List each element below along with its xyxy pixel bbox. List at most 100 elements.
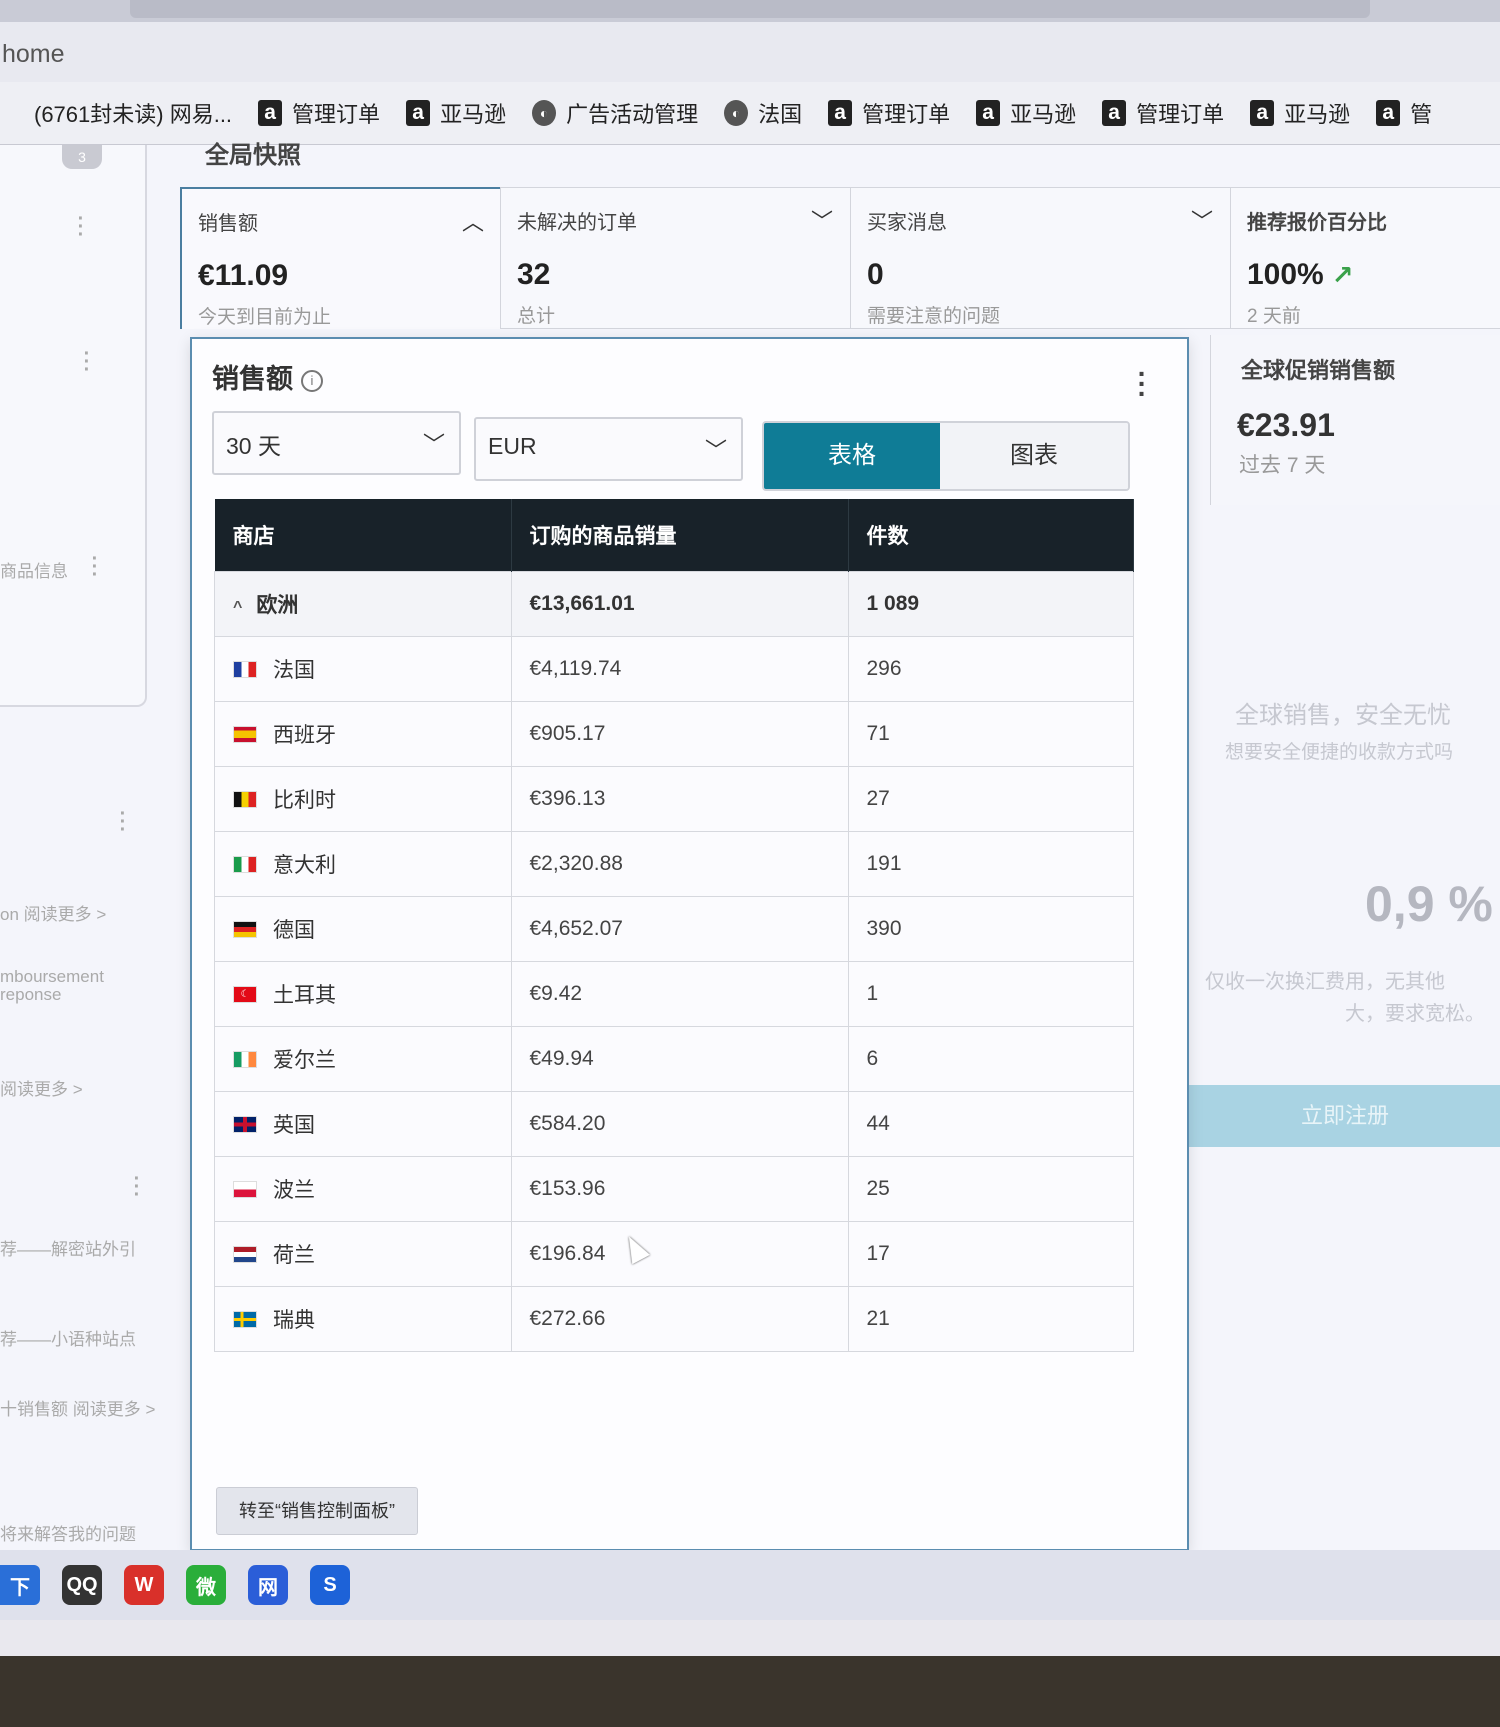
units-cell: 1 089 <box>847 571 1134 637</box>
column-header-units[interactable]: 件数 <box>848 499 1134 572</box>
kpi-value: 32 <box>517 258 551 291</box>
table-row: 瑞典 €272.66 21 <box>214 1286 1134 1352</box>
currency-value: EUR <box>488 433 537 459</box>
kpi-featured-offer[interactable]: 推荐报价百分比 100% ↗ 2 天前 <box>1230 187 1500 329</box>
card-sub: 过去 7 天 <box>1239 454 1326 477</box>
more-icon[interactable]: · · · <box>118 804 128 840</box>
sales-cell: €196.84 <box>510 1221 849 1287</box>
chart-view-button[interactable]: 图表 <box>940 423 1128 489</box>
global-promo-sales-card[interactable]: 全球促销销售额 €23.91 过去 7 天 <box>1210 335 1500 505</box>
bookmark-amazon[interactable]: a 亚马逊 <box>406 97 506 129</box>
store-name: 西班牙 <box>273 724 336 747</box>
store-cell: 波兰 <box>214 1156 512 1222</box>
bookmark-amazon-3[interactable]: a 亚马逊 <box>1250 97 1350 129</box>
promo-text: 想要安全便捷的收款方式吗 <box>1225 742 1454 763</box>
panel-title: 销售额 i <box>212 357 323 396</box>
more-icon[interactable]: · · · <box>90 549 100 585</box>
left-link[interactable]: 将来解答我的问题 <box>0 1520 136 1545</box>
table-row: 波兰 €153.96 25 <box>214 1156 1134 1222</box>
bookmark-manage-orders-3[interactable]: a 管理订单 <box>1102 97 1224 129</box>
sales-cell: €396.13 <box>510 766 849 832</box>
dashboard-page: 3 · · · · · · 商品信息 · · · · · · on 阅读更多 > mbourse… <box>0 142 1500 1585</box>
more-icon[interactable]: · · · <box>76 209 86 245</box>
bookmark-manage-orders-2[interactable]: a 管理订单 <box>828 97 950 129</box>
chevron-down-icon[interactable]: ﹀ <box>811 204 833 236</box>
bookmark-france[interactable]: ◐ 法国 <box>724 97 802 129</box>
left-link[interactable]: 荐——小语种站点 <box>0 1325 136 1350</box>
units-cell: 25 <box>847 1156 1134 1222</box>
kpi-buyer-messages[interactable]: 买家消息 ﹀ 0 需要注意的问题 <box>850 187 1232 329</box>
more-icon[interactable]: · · · <box>82 344 92 380</box>
units-cell: 44 <box>847 1091 1134 1157</box>
chevron-down-icon[interactable]: ﹀ <box>1191 204 1213 236</box>
table-row: 英国 €584.20 44 <box>214 1091 1134 1157</box>
card-value: €23.91 <box>1237 407 1335 443</box>
wechat-icon[interactable]: 微 <box>186 1565 226 1605</box>
table-view-button[interactable]: 表格 <box>764 423 940 489</box>
bookmark-campaign-manager[interactable]: ◐ 广告活动管理 <box>532 97 698 129</box>
kpi-open-orders[interactable]: 未解决的订单 ﹀ 32 总计 <box>500 187 852 329</box>
left-link[interactable]: on 阅读更多 > <box>0 900 106 925</box>
bookmark-amazon-2[interactable]: a 亚马逊 <box>976 97 1076 129</box>
table-group-row[interactable]: ^ 欧洲 €13,661.01 1 089 <box>214 571 1134 637</box>
address-text: home <box>2 40 65 68</box>
mail-icon <box>0 100 24 126</box>
currency-select[interactable]: EUR ﹀ <box>474 417 743 481</box>
bookmark-label: 亚马逊 <box>1284 102 1351 127</box>
store-cell: 爱尔兰 <box>214 1026 512 1092</box>
left-link[interactable]: 阅读更多 > <box>0 1075 83 1100</box>
italy-flag-icon <box>233 855 257 873</box>
browser-tab[interactable] <box>130 0 1370 18</box>
store-cell: 荷兰 <box>214 1221 512 1287</box>
store-name: 英国 <box>273 1114 315 1137</box>
chevron-up-icon[interactable]: ^ <box>233 599 242 616</box>
register-button[interactable]: 立即注册 <box>1175 1085 1500 1147</box>
wps-icon[interactable]: W <box>124 1565 164 1605</box>
store-cell: 法国 <box>214 636 512 702</box>
store-cell: 西班牙 <box>214 701 512 767</box>
column-header-store[interactable]: 商店 <box>214 499 512 572</box>
store-name: 德国 <box>273 919 315 942</box>
left-link[interactable]: 十销售额 阅读更多 > <box>0 1395 155 1420</box>
kpi-sales[interactable]: 销售额 ︿ €11.09 今天到目前为止 <box>180 187 504 329</box>
more-icon[interactable]: · · · <box>132 1169 142 1205</box>
payment-promo: 全球销售，安全无忧 想要安全便捷的收款方式吗 0,9 % 仅收一次换汇费用，无其… <box>1175 685 1500 1385</box>
start-icon[interactable]: 下 <box>0 1565 40 1605</box>
poland-flag-icon <box>233 1180 257 1198</box>
bookmark-manage-orders[interactable]: a 管理订单 <box>258 97 380 129</box>
left-item[interactable]: 商品信息 <box>0 557 68 582</box>
info-icon[interactable]: i <box>301 369 323 392</box>
bookmark-mail[interactable]: (6761封未读) 网易... <box>0 97 232 129</box>
sales-cell: €49.94 <box>510 1026 849 1092</box>
store-name: 意大利 <box>273 854 336 877</box>
units-cell: 17 <box>847 1221 1134 1287</box>
amazon-icon: a <box>976 100 1001 126</box>
browser-tab-strip <box>0 0 1500 22</box>
bookmark-label: 广告活动管理 <box>566 102 699 127</box>
sales-cell: €905.17 <box>510 701 849 767</box>
left-link[interactable]: 荐——解密站外引 <box>0 1235 136 1260</box>
address-bar[interactable]: home <box>0 22 1500 82</box>
kpi-sub: 总计 <box>517 306 556 327</box>
units-cell: 191 <box>847 831 1134 897</box>
kpi-value: 0 <box>867 258 884 291</box>
column-header-sales[interactable]: 订购的商品销量 <box>511 499 849 572</box>
bookmark-label: (6761封未读) 网易... <box>34 102 233 127</box>
period-select[interactable]: 30 天 ﹀ <box>212 411 461 475</box>
more-vertical-icon[interactable]: · · · <box>1138 360 1147 408</box>
kpi-value-text: 100% <box>1247 258 1324 291</box>
sales-cell: €584.20 <box>510 1091 849 1157</box>
s-app-icon[interactable]: S <box>310 1565 350 1605</box>
bookmark-label: 管理订单 <box>292 102 381 127</box>
qq-icon[interactable]: QQ <box>62 1565 102 1605</box>
table-row: 比利时 €396.13 27 <box>214 766 1134 832</box>
store-name: 欧洲 <box>256 594 299 617</box>
sales-cell: €153.96 <box>510 1156 849 1222</box>
browser-icon[interactable]: 网 <box>248 1565 288 1605</box>
bookmark-label: 法国 <box>758 102 803 127</box>
kpi-label: 买家消息 <box>867 212 947 234</box>
go-to-sales-dashboard-button[interactable]: 转至“销售控制面板” <box>216 1487 418 1535</box>
chevron-up-icon[interactable]: ︿ <box>462 205 484 237</box>
bookmark-manage-4[interactable]: a管 <box>1376 97 1432 129</box>
chevron-down-icon: ﹀ <box>704 438 727 463</box>
